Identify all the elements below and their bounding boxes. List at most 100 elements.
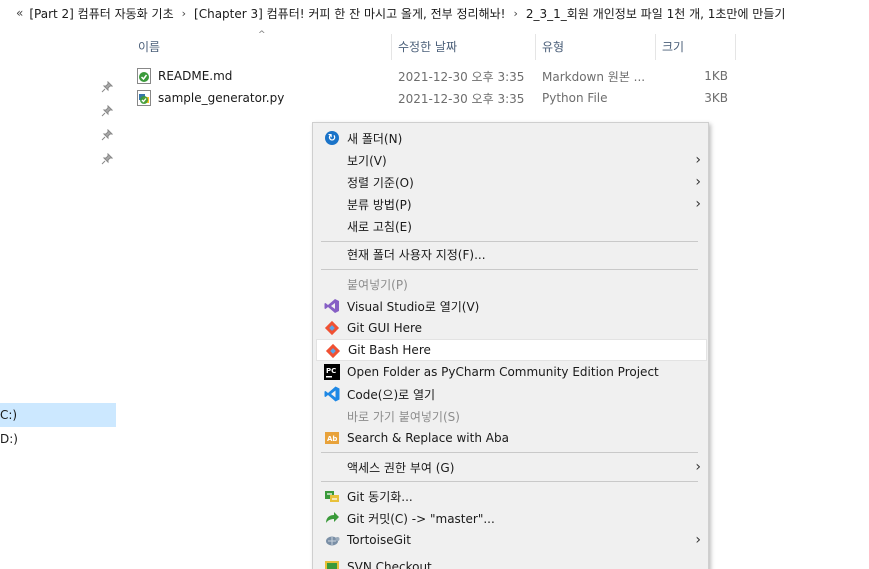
menu-item-new-folder[interactable]: ↻ 새 폴더(N) bbox=[316, 127, 707, 149]
menu-item-git-gui-here[interactable]: Git GUI Here bbox=[316, 317, 707, 339]
menu-item-label: 보기(V) bbox=[347, 153, 387, 168]
file-row[interactable]: README.md 2021-12-30 오후 3:35 Markdown 원본… bbox=[133, 65, 733, 87]
submenu-arrow-icon: › bbox=[695, 196, 701, 212]
git-gui-icon bbox=[324, 320, 340, 336]
svn-checkout-icon bbox=[324, 559, 340, 569]
file-name: sample_generator.py bbox=[158, 91, 285, 105]
menu-item-label: Git 커밋(C) -> "master"... bbox=[347, 511, 495, 526]
column-header-name[interactable]: 이름 bbox=[138, 34, 160, 58]
menu-item-label: 새로 고침(E) bbox=[347, 219, 412, 234]
nav-item-drive-d[interactable]: D:) bbox=[0, 427, 116, 451]
breadcrumb-item-part2[interactable]: [Part 2] 컴퓨터 자동화 기초 bbox=[29, 5, 173, 22]
submenu-arrow-icon: › bbox=[695, 532, 701, 548]
pycharm-icon: PC bbox=[324, 364, 340, 380]
column-header-label: 이름 bbox=[138, 39, 161, 54]
pin-icon bbox=[101, 128, 115, 143]
column-divider[interactable] bbox=[735, 34, 736, 60]
svg-text:Ab: Ab bbox=[327, 435, 337, 443]
menu-item-label: 새 폴더(N) bbox=[347, 131, 403, 146]
column-divider[interactable] bbox=[391, 34, 392, 60]
menu-item-group-by[interactable]: 분류 방법(P) › bbox=[316, 193, 707, 215]
pin-icon bbox=[101, 152, 115, 167]
menu-item-label: SVN Checkout... bbox=[347, 560, 444, 569]
menu-item-open-pycharm[interactable]: PC Open Folder as PyCharm Community Edit… bbox=[316, 361, 707, 383]
nav-item-label: C:) bbox=[0, 408, 18, 422]
menu-item-view[interactable]: 보기(V) › bbox=[316, 149, 707, 171]
menu-item-give-access[interactable]: 액세스 권한 부여 (G) › bbox=[316, 456, 707, 478]
breadcrumb-chevron-icon[interactable]: › bbox=[182, 7, 186, 20]
file-type: Markdown 원본 ... bbox=[542, 69, 646, 84]
menu-item-label: 분류 방법(P) bbox=[347, 197, 412, 212]
pin-icon bbox=[101, 104, 115, 119]
menu-item-sort-by[interactable]: 정렬 기준(O) › bbox=[316, 171, 707, 193]
file-size: 1KB bbox=[704, 69, 728, 83]
menu-item-label: Git Bash Here bbox=[348, 343, 431, 357]
breadcrumb: « [Part 2] 컴퓨터 자동화 기초 › [Chapter 3] 컴퓨터!… bbox=[0, 0, 869, 26]
column-divider[interactable] bbox=[655, 34, 656, 60]
vscode-icon bbox=[324, 386, 340, 402]
menu-item-git-bash-here[interactable]: Git Bash Here bbox=[316, 339, 707, 361]
column-header-label: 수정한 날짜 bbox=[398, 39, 458, 54]
column-header-label: 유형 bbox=[542, 39, 565, 54]
menu-item-search-replace-aba[interactable]: Ab Search & Replace with Aba bbox=[316, 427, 707, 449]
column-divider[interactable] bbox=[535, 34, 536, 60]
menu-item-label: Open Folder as PyCharm Community Edition… bbox=[347, 365, 659, 379]
menu-item-label: 액세스 권한 부여 (G) bbox=[347, 460, 455, 475]
menu-separator bbox=[321, 452, 698, 453]
menu-item-label: 바로 가기 붙여넣기(S) bbox=[347, 409, 460, 424]
menu-item-label: 정렬 기준(O) bbox=[347, 175, 414, 190]
column-header-size[interactable]: 크기 bbox=[662, 34, 684, 58]
menu-item-open-visual-studio[interactable]: Visual Studio로 열기(V) bbox=[316, 295, 707, 317]
breadcrumb-overflow-button[interactable]: « bbox=[16, 6, 23, 20]
menu-item-label: 현재 폴더 사용자 지정(F)... bbox=[347, 247, 486, 262]
menu-item-refresh[interactable]: 새로 고침(E) bbox=[316, 215, 707, 237]
breadcrumb-item-current[interactable]: 2_3_1_회원 개인정보 파일 1천 개, 1초만에 만들기 bbox=[526, 5, 786, 22]
file-modified: 2021-12-30 오후 3:35 bbox=[398, 69, 525, 84]
file-name: README.md bbox=[158, 69, 233, 83]
file-size: 3KB bbox=[704, 91, 728, 105]
nav-item-label: D:) bbox=[0, 432, 18, 446]
explorer-window: « [Part 2] 컴퓨터 자동화 기초 › [Chapter 3] 컴퓨터!… bbox=[0, 0, 869, 569]
menu-item-label: TortoiseGit bbox=[347, 533, 411, 547]
menu-item-git-sync[interactable]: Git 동기화... bbox=[316, 485, 707, 507]
svg-text:PC: PC bbox=[326, 367, 336, 375]
python-file-icon bbox=[137, 90, 151, 106]
file-modified: 2021-12-30 오후 3:35 bbox=[398, 91, 525, 106]
breadcrumb-chevron-icon[interactable]: › bbox=[514, 7, 518, 20]
menu-separator bbox=[321, 269, 698, 270]
column-header-type[interactable]: 유형 bbox=[542, 34, 564, 58]
menu-item-customize-folder[interactable]: 현재 폴더 사용자 지정(F)... bbox=[316, 243, 707, 265]
menu-item-svn-checkout[interactable]: SVN Checkout... bbox=[316, 556, 707, 569]
column-header-label: 크기 bbox=[662, 39, 685, 54]
menu-item-label: Code(으)로 열기 bbox=[347, 387, 436, 402]
file-type: Python File bbox=[542, 91, 608, 105]
menu-separator bbox=[321, 241, 698, 242]
context-menu: ↻ 새 폴더(N) 보기(V) › 정렬 기준(O) › 분류 방법(P) › … bbox=[312, 122, 709, 569]
aba-icon: Ab bbox=[324, 430, 340, 446]
menu-item-tortoisegit[interactable]: TortoiseGit › bbox=[316, 529, 707, 551]
column-header-modified[interactable]: 수정한 날짜 bbox=[398, 34, 457, 58]
markdown-file-icon bbox=[137, 68, 151, 84]
nav-item-drive-c[interactable]: C:) bbox=[0, 403, 116, 427]
menu-separator bbox=[321, 481, 698, 482]
menu-item-label: Search & Replace with Aba bbox=[347, 431, 509, 445]
menu-item-label: Git 동기화... bbox=[347, 489, 413, 504]
menu-item-label: Git GUI Here bbox=[347, 321, 423, 335]
breadcrumb-item-chapter3[interactable]: [Chapter 3] 컴퓨터! 커피 한 잔 마시고 올게, 전부 정리해놔! bbox=[194, 5, 505, 22]
menu-item-paste-shortcut: 바로 가기 붙여넣기(S) bbox=[316, 405, 707, 427]
visual-studio-icon bbox=[324, 298, 340, 314]
menu-item-open-vscode[interactable]: Code(으)로 열기 bbox=[316, 383, 707, 405]
tortoisegit-icon bbox=[324, 532, 340, 548]
menu-item-label: Visual Studio로 열기(V) bbox=[347, 299, 480, 314]
submenu-arrow-icon: › bbox=[695, 459, 701, 475]
menu-item-git-commit[interactable]: Git 커밋(C) -> "master"... bbox=[316, 507, 707, 529]
navigation-pane: C:) D:) bbox=[0, 26, 118, 569]
file-row[interactable]: sample_generator.py 2021-12-30 오후 3:35 P… bbox=[133, 87, 733, 109]
git-commit-icon bbox=[324, 510, 340, 526]
git-sync-icon bbox=[324, 488, 340, 504]
menu-item-paste: 붙여넣기(P) bbox=[316, 273, 707, 295]
sort-ascending-icon: ^ bbox=[258, 30, 266, 40]
submenu-arrow-icon: › bbox=[695, 174, 701, 190]
pin-icon bbox=[101, 80, 115, 95]
menu-item-label: 붙여넣기(P) bbox=[347, 277, 408, 292]
